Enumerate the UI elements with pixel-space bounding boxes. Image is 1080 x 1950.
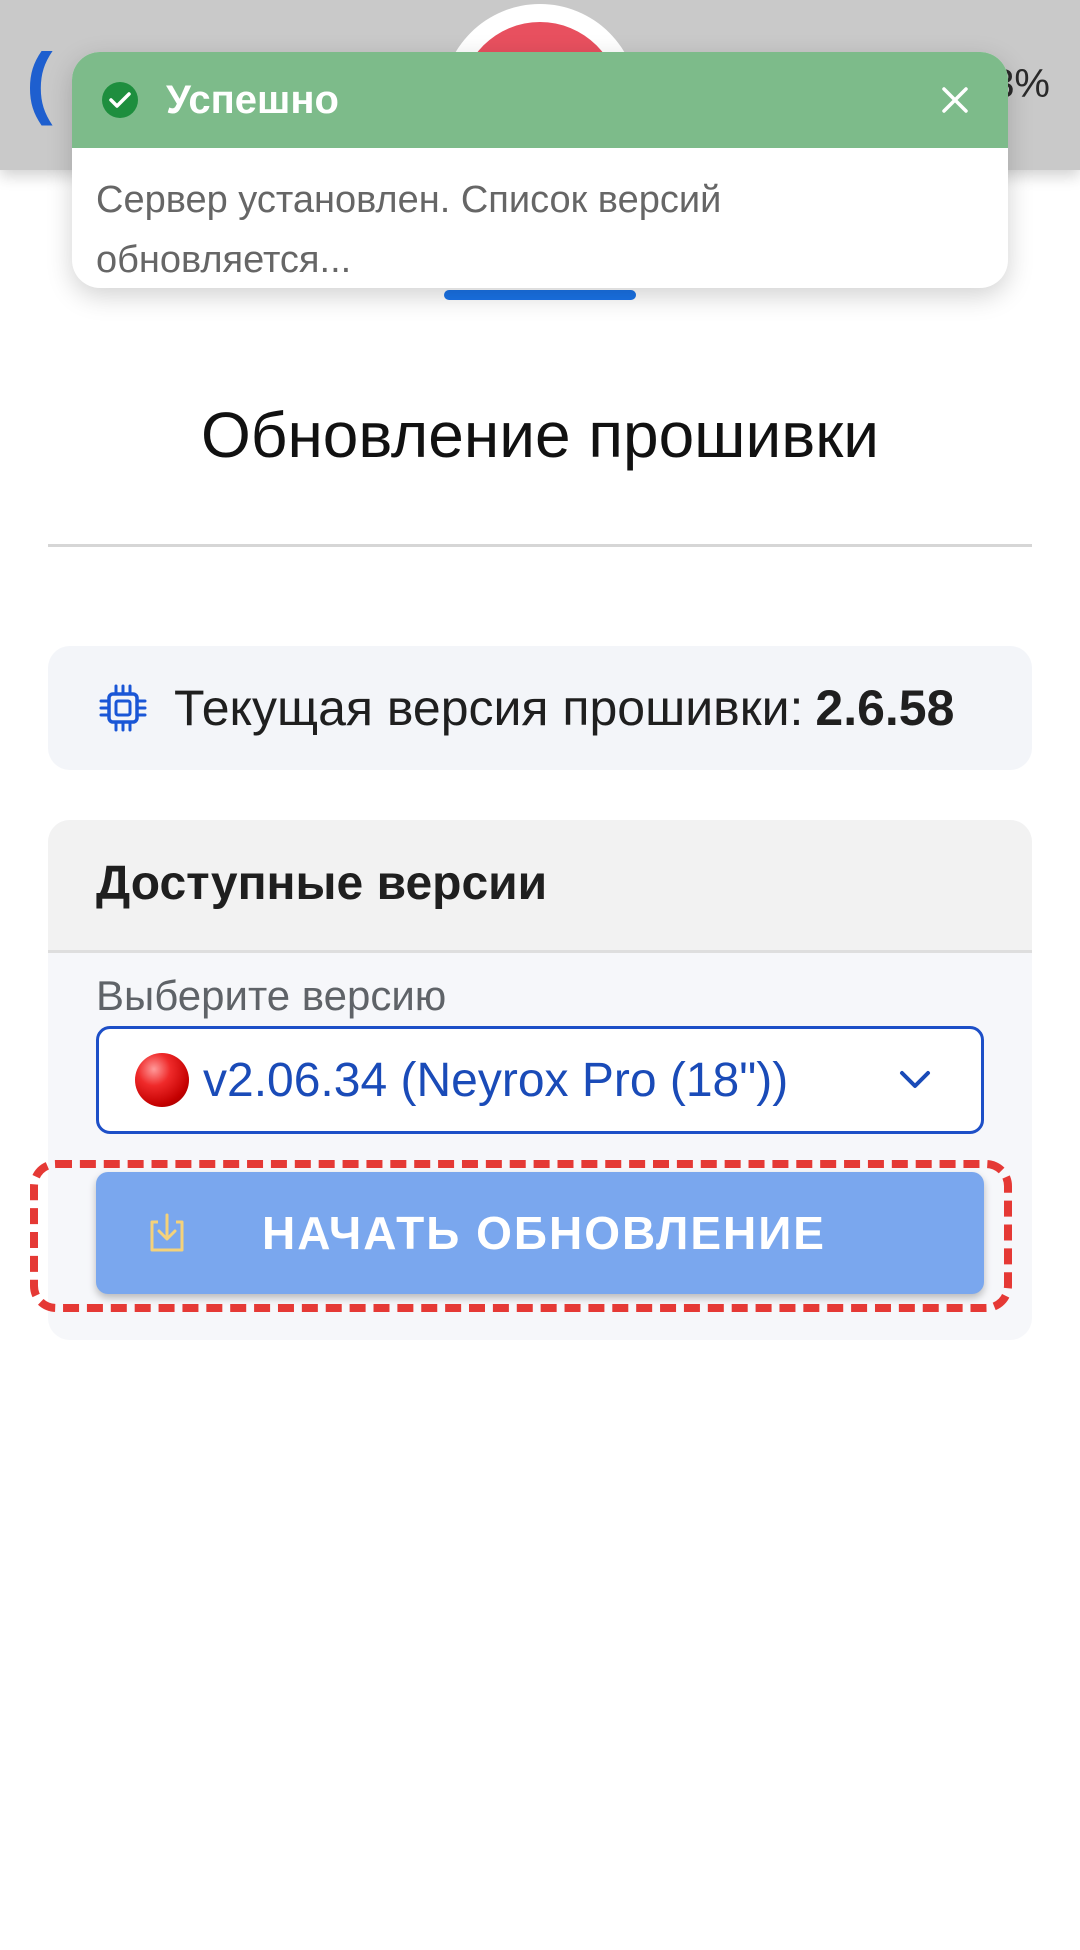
firmware-update-sheet: Обновление прошивки Текущая версия проши… xyxy=(0,250,1080,1950)
current-version-card: Текущая версия прошивки: 2.6.58 xyxy=(48,646,1032,770)
available-versions-title: Доступные версии xyxy=(96,857,548,910)
current-version-value: 2.6.58 xyxy=(815,680,955,736)
sheet-drag-handle[interactable] xyxy=(444,290,636,300)
success-toast: Успешно Сервер установлен. Список версий… xyxy=(72,52,1008,288)
current-version-text: Текущая версия прошивки: 2.6.58 xyxy=(174,679,954,737)
selected-version-value: v2.06.34 (Neyrox Pro (18")) xyxy=(203,1053,789,1107)
title-divider xyxy=(48,544,1032,547)
chevron-down-icon xyxy=(897,1068,933,1092)
red-dot-icon xyxy=(135,1053,189,1107)
check-circle-icon xyxy=(100,80,140,120)
select-version-label: Выберите версию xyxy=(96,972,447,1019)
version-select[interactable]: v2.06.34 (Neyrox Pro (18")) xyxy=(96,1026,984,1134)
start-update-highlight xyxy=(30,1160,1012,1312)
available-versions-header: Доступные версии xyxy=(48,820,1032,953)
toast-message: Сервер установлен. Список версий обновля… xyxy=(96,179,722,281)
close-icon[interactable] xyxy=(940,85,970,115)
chip-icon xyxy=(98,683,148,733)
current-version-label: Текущая версия прошивки: xyxy=(174,680,804,736)
toast-title: Успешно xyxy=(166,77,339,122)
toast-header: Успешно xyxy=(72,52,1008,148)
app-logo: ( xyxy=(26,37,53,126)
sheet-title: Обновление прошивки xyxy=(201,399,879,471)
